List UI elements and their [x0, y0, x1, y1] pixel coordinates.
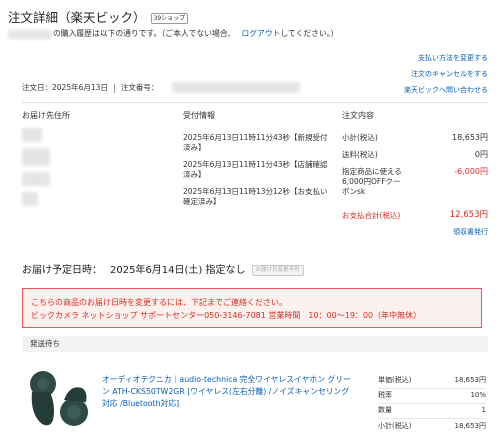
- reception-heading: 受付情報: [183, 111, 215, 120]
- status-bar: 発送待ち: [22, 336, 488, 352]
- order-summary: 小計(税込) 18,653円 送料(税込) 0円 指定商品に使える 6,000円…: [342, 133, 488, 238]
- page-title-row: 注文詳細（楽天ビック） 39ショップ: [8, 10, 189, 27]
- summary-row-subtotal: 小計(税込) 18,653円: [342, 133, 488, 142]
- notice-line-2: ビックカメラ ネットショップ サポートセンター050-3146-7081 営業時…: [31, 311, 422, 320]
- change-payment-link[interactable]: 支払い方法を変更する: [404, 50, 488, 66]
- order-number-label: 注文番号：: [120, 83, 159, 92]
- reception-list: 2025年6月13日11時11分43秒【新規受付 済み】 2025年6月13日1…: [183, 133, 333, 207]
- product-price-table: 単価(税込) 18,653円 税率 10% 数量 1 小計(税込) 18,653…: [378, 374, 486, 434]
- coupon-value: -6,000円: [454, 167, 488, 176]
- product-image[interactable]: [20, 362, 96, 438]
- delivery-value: 2025年6月14日(土) 指定なし: [110, 265, 246, 276]
- product-row-tax: 税率 10%: [378, 389, 486, 404]
- history-line: の購入履歴は以下の通りです。（ご本人でない場合、 ログアウト してください。）: [8, 29, 338, 40]
- meta-divider: [113, 83, 115, 93]
- masked-user-name: [8, 29, 52, 39]
- shipping-address-masked: [22, 128, 50, 206]
- contact-shop-link[interactable]: 楽天ビックへ問い合わせる: [404, 82, 488, 98]
- reception-entry: 2025年6月13日11時11分43秒【新規受付 済み】: [183, 133, 328, 152]
- product-title-link[interactable]: オーディオテクニカ｜audio-technica 完全ワイヤレスイヤホン グリー…: [102, 374, 364, 410]
- masked-order-number: [172, 82, 300, 93]
- receipt-link[interactable]: 領収書発行: [453, 228, 488, 236]
- summary-row-shipping: 送料(税込) 0円: [342, 150, 488, 159]
- delivery-heading: お届け予定日時：: [22, 265, 102, 276]
- summary-row-coupon: 指定商品に使える 6,000円OFFクー ポンsk -6,000円: [342, 167, 488, 207]
- product-row-subtotal: 小計(税込) 18,653円: [378, 421, 486, 430]
- action-links: 支払い方法を変更する 注文のキャンセルをする 楽天ビックへ問い合わせる: [404, 50, 488, 98]
- shop-badge: 39ショップ: [150, 12, 189, 24]
- summary-heading: 注文内容: [342, 111, 374, 120]
- notice-line-1: こちらの商品のお届け日時を変更するには、下記までご連絡ください。: [31, 298, 287, 307]
- summary-row-total: お支払合計(税込) 12,653円: [342, 210, 488, 221]
- delivery-change-notice: こちらの商品のお届け日時を変更するには、下記までご連絡ください。 ビックカメラ …: [22, 288, 482, 328]
- status-label: 発送待ち: [30, 338, 60, 348]
- page-title: 注文詳細（楽天ビック）: [8, 10, 146, 25]
- coupon-label: 指定商品に使える 6,000円OFFクー ポンsk: [342, 167, 402, 196]
- delivery-row: お届け予定日時： 2025年6月14日(土) 指定なし お届け日変更不可: [22, 264, 304, 278]
- earbuds-image: [30, 371, 88, 426]
- history-text: の購入履歴は以下の通りです。（ご本人でない場合、: [53, 29, 236, 38]
- product-row-quantity: 数量 1: [378, 404, 486, 419]
- history-text-end: してください。）: [280, 29, 339, 38]
- shipping-heading: お届け先住所: [22, 111, 70, 120]
- divider: [22, 102, 488, 103]
- logout-link[interactable]: ログアウト: [241, 29, 280, 40]
- reception-entry: 2025年6月13日11時11分43秒【店舗確認 済み】: [183, 160, 328, 179]
- cancel-order-link[interactable]: 注文のキャンセルをする: [404, 66, 488, 82]
- reception-entry: 2025年6月13日11時13分12秒【お支払い 確定済み】: [183, 187, 328, 206]
- product-row-unit-price: 単価(税込) 18,653円: [378, 374, 486, 389]
- order-date: 注文日：2025年6月13日: [22, 83, 108, 92]
- order-meta: 注文日：2025年6月13日 注文番号：: [22, 83, 158, 93]
- delivery-change-button[interactable]: お届け日変更不可: [251, 265, 304, 277]
